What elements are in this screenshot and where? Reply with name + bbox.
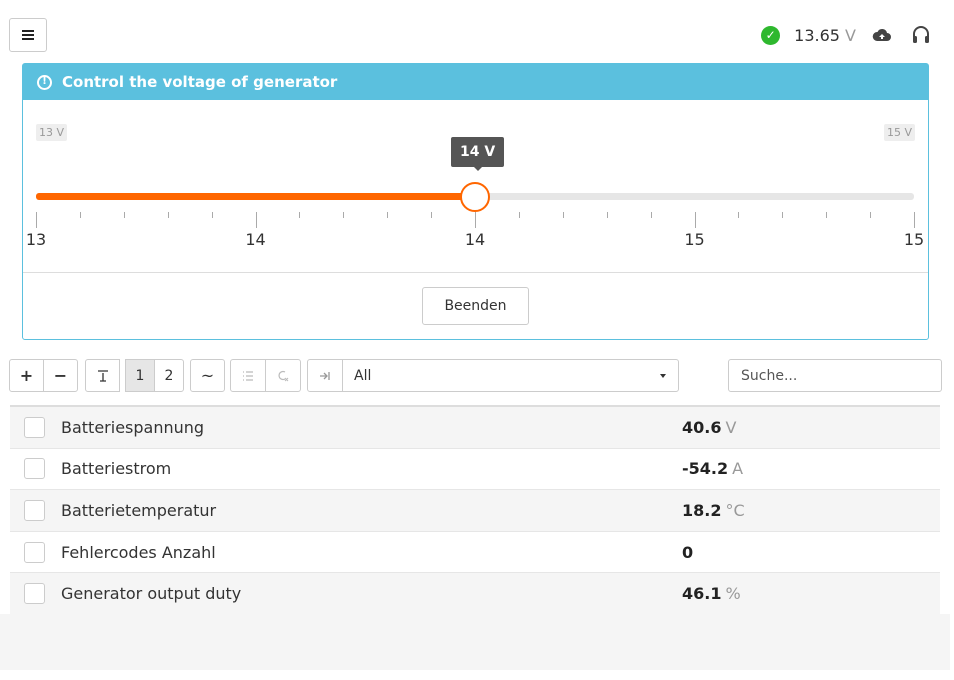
slider-value-tooltip: 14 V bbox=[451, 137, 505, 171]
filter-select[interactable]: All bbox=[342, 359, 679, 392]
slider-minor-tick bbox=[870, 212, 872, 218]
slider-minor-tick bbox=[123, 212, 125, 218]
filter-value: All bbox=[354, 367, 372, 384]
row-checkbox[interactable] bbox=[24, 541, 45, 563]
row-checkbox[interactable] bbox=[24, 416, 45, 438]
voltage-unit: V bbox=[845, 25, 856, 45]
panel-footer: Beenden bbox=[23, 273, 928, 339]
clear-icon bbox=[278, 370, 289, 381]
row-checkbox[interactable] bbox=[24, 499, 45, 521]
slider-minor-tick bbox=[431, 212, 433, 218]
slider-max-label: 15 V bbox=[883, 124, 915, 141]
slider-minor-tick bbox=[79, 212, 81, 218]
data-table: Batteriespannung 40.6 V Batteriestrom -5… bbox=[10, 405, 940, 615]
exclamation-circle-icon bbox=[37, 74, 52, 90]
caret-down-icon bbox=[660, 374, 666, 378]
cloud-upload-icon[interactable] bbox=[872, 28, 892, 42]
slider-minor-tick bbox=[606, 212, 608, 218]
goto-end-button bbox=[307, 359, 343, 392]
row-value: -54.2 bbox=[682, 459, 729, 479]
voltage-control-panel: Control the voltage of generator 13 V 15… bbox=[22, 63, 929, 340]
slider-minor-tick bbox=[167, 212, 169, 218]
row-name: Fehlercodes Anzahl bbox=[61, 542, 216, 562]
slider-minor-tick bbox=[299, 212, 301, 218]
list-icon bbox=[243, 370, 253, 381]
slider-handle[interactable] bbox=[460, 182, 490, 212]
status-area: ✓ 13.65 V bbox=[761, 22, 930, 48]
slider-tick-label: 13 bbox=[25, 230, 47, 249]
voltage-value: 13.65 bbox=[794, 25, 840, 45]
collapse-button[interactable]: − bbox=[43, 359, 78, 392]
row-unit: V bbox=[725, 417, 737, 437]
end-button[interactable]: Beenden bbox=[422, 287, 529, 325]
slider-minor-tick bbox=[782, 212, 784, 218]
slider-tick-label: 14 bbox=[245, 230, 266, 249]
row-value: 18.2 bbox=[682, 500, 722, 520]
row-unit: % bbox=[725, 584, 741, 604]
row-unit: °C bbox=[725, 500, 745, 520]
view-1-button[interactable]: 1 bbox=[125, 359, 155, 392]
slider-major-tick bbox=[36, 212, 37, 228]
row-checkbox[interactable] bbox=[24, 458, 45, 480]
row-value: 40.6 bbox=[682, 417, 722, 437]
slider-minor-tick bbox=[562, 212, 564, 218]
list-button bbox=[230, 359, 266, 392]
voltage-readout: 13.65 V bbox=[794, 26, 856, 45]
slider-minor-tick bbox=[826, 212, 828, 218]
search-input[interactable] bbox=[728, 359, 942, 392]
vertical-align-icon bbox=[97, 369, 108, 382]
slider-major-tick bbox=[255, 212, 257, 228]
arrow-to-end-icon bbox=[320, 371, 330, 380]
voltage-slider: 13 V 15 V 14 V 13 14 14 15 15 bbox=[23, 100, 928, 273]
chart-button[interactable]: ~ bbox=[190, 359, 225, 392]
table-row: Batteriespannung 40.6 V bbox=[10, 407, 940, 449]
slider-minor-tick bbox=[387, 212, 389, 218]
panel-title: Control the voltage of generator bbox=[62, 73, 338, 91]
row-name: Batteriespannung bbox=[61, 417, 205, 437]
row-name: Batterietemperatur bbox=[61, 500, 217, 520]
row-checkbox[interactable] bbox=[24, 583, 45, 605]
top-bar: ✓ 13.65 V bbox=[0, 0, 954, 58]
table-toolbar: + − 1 2 ~ All bbox=[9, 359, 942, 392]
slider-tick-label: 14 bbox=[464, 230, 486, 249]
slider-minor-tick bbox=[518, 212, 520, 218]
slider-minor-tick bbox=[650, 212, 652, 218]
slider-tick-label: 15 bbox=[684, 230, 705, 249]
row-name: Generator output duty bbox=[61, 584, 242, 604]
slider-major-tick bbox=[694, 212, 696, 228]
row-value: 46.1 bbox=[682, 584, 722, 604]
slider-fill bbox=[36, 193, 475, 200]
align-top-button[interactable] bbox=[85, 359, 120, 392]
row-value: 0 bbox=[682, 542, 694, 562]
panel-header: Control the voltage of generator bbox=[23, 64, 928, 100]
slider-tick-label: 15 bbox=[903, 230, 925, 249]
headset-icon[interactable] bbox=[912, 25, 930, 45]
slider-major-tick bbox=[475, 212, 476, 228]
hamburger-icon bbox=[22, 30, 34, 40]
footer-area bbox=[0, 614, 950, 670]
row-name: Batteriestrom bbox=[61, 459, 172, 479]
menu-button[interactable] bbox=[9, 18, 47, 52]
slider-minor-tick bbox=[738, 212, 740, 218]
clear-filter-button bbox=[265, 359, 301, 392]
slider-minor-tick bbox=[343, 212, 345, 218]
table-row: Batteriestrom -54.2 A bbox=[10, 449, 940, 491]
table-row: Fehlercodes Anzahl 0 bbox=[10, 532, 940, 574]
check-circle-icon: ✓ bbox=[761, 25, 781, 45]
slider-min-label: 13 V bbox=[36, 124, 68, 141]
table-row: Generator output duty 46.1 % bbox=[10, 573, 940, 615]
slider-minor-tick bbox=[211, 212, 213, 218]
view-2-button[interactable]: 2 bbox=[154, 359, 184, 392]
slider-major-tick bbox=[914, 212, 915, 228]
table-row: Batterietemperatur 18.2 °C bbox=[10, 490, 940, 532]
row-unit: A bbox=[732, 459, 744, 479]
expand-button[interactable]: + bbox=[9, 359, 44, 392]
